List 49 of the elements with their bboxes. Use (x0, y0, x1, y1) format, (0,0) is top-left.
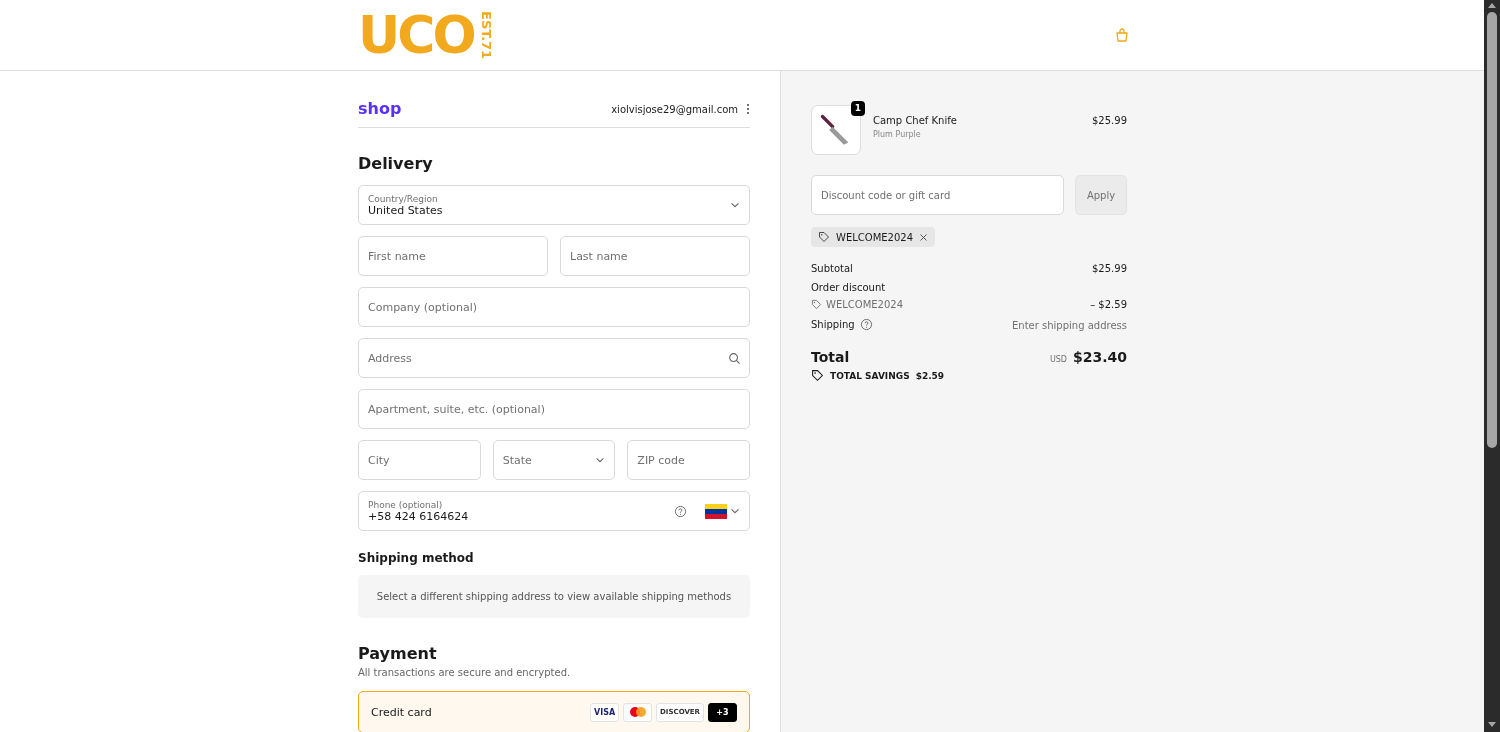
savings-amount: $2.59 (915, 370, 945, 381)
product-price: $25.99 (1092, 115, 1127, 126)
card-logo: VISA (590, 702, 620, 722)
input-field[interactable]: Apartment, suite, etc. (optional) (358, 389, 750, 429)
summary-label: Subtotal (811, 263, 853, 274)
section-heading: Shipping method (358, 551, 475, 565)
summary-value: – $2.59 (1090, 299, 1127, 310)
input-field[interactable]: Phone (optional) +58 424 6164624 (358, 491, 750, 531)
close-icon[interactable] (919, 232, 929, 242)
more-cards-badge: +3 (708, 702, 737, 722)
apply-button[interactable]: Apply (1075, 175, 1127, 215)
search-icon (728, 351, 741, 365)
tag-icon (811, 299, 822, 310)
help-icon[interactable] (859, 318, 873, 331)
summary-label: Shipping (811, 319, 855, 330)
section-heading: Payment (358, 644, 438, 663)
section-heading: Delivery (358, 154, 434, 173)
shipping-notice: Select a different shipping address to view available shipping methods (358, 575, 750, 618)
product-variant: Plum Purple (873, 130, 922, 139)
input-field[interactable]: Last name (560, 236, 750, 276)
savings-label: TOTAL SAVINGS (830, 370, 910, 381)
flag-icon (705, 503, 727, 519)
discount-code: WELCOME2024 (836, 231, 914, 243)
brand-tagline: EST.71 (479, 10, 493, 60)
help-icon[interactable] (674, 504, 687, 518)
discount-field[interactable]: Discount code or gift card (811, 175, 1064, 215)
summary-value: Enter shipping address (1012, 320, 1127, 331)
summary-label: Order discount (811, 282, 887, 293)
more-options-icon[interactable] (746, 103, 750, 115)
input-field[interactable]: ZIP code (627, 440, 750, 480)
input-field[interactable]: City (358, 440, 481, 480)
payment-subtitle: All transactions are secure and encrypted. (358, 667, 572, 678)
tag-icon (818, 231, 830, 243)
input-field[interactable]: Address (358, 338, 750, 378)
select-field[interactable]: State (492, 440, 616, 480)
summary-value: $25.99 (1092, 263, 1127, 274)
tag-icon (811, 369, 824, 382)
shop-logo[interactable]: shop (358, 101, 402, 117)
select-field[interactable]: Country/Region United States (358, 185, 750, 225)
total-label: Total (811, 349, 850, 365)
total-amount: $23.40 (1072, 349, 1127, 365)
currency-code: USD (1049, 355, 1067, 364)
account-email: xiolvisjose29@gmail.com (611, 103, 738, 115)
card-logo-icon (627, 706, 648, 718)
input-field[interactable]: Company (optional) (358, 287, 750, 327)
product-name: Camp Chef Knife (873, 115, 957, 126)
quantity-badge: 1 (850, 101, 865, 116)
input-field[interactable]: First name (358, 236, 548, 276)
discount-code: WELCOME2024 (826, 299, 904, 310)
